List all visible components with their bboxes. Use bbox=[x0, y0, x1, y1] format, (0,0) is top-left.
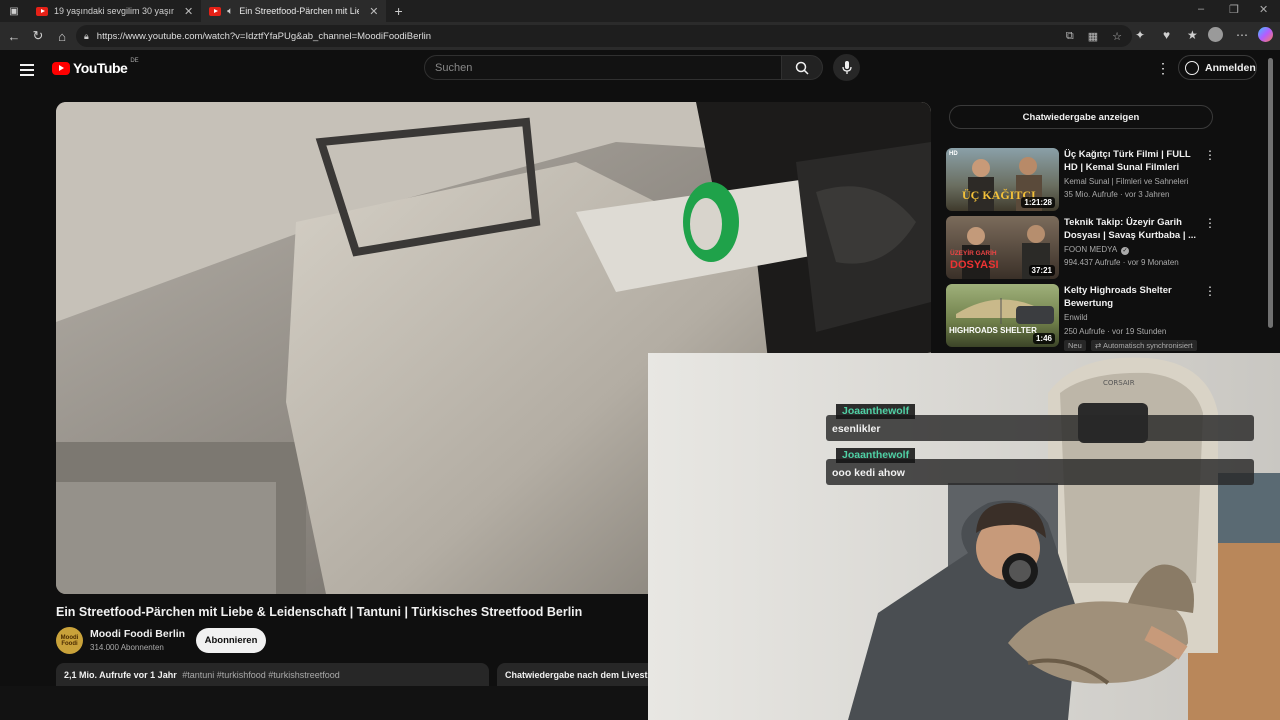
subscriber-count: 314.000 Abonnenten bbox=[90, 643, 164, 652]
extensions-icon[interactable]: ✦ bbox=[1135, 28, 1145, 42]
address-bar[interactable]: 🔒︎ https://www.youtube.com/watch?v=Idztf… bbox=[76, 25, 1132, 47]
video-duration: 1:21:28 bbox=[1021, 197, 1055, 208]
new-tab-icon[interactable]: + bbox=[394, 3, 402, 19]
browser-tab[interactable]: 19 yaşındaki sevgilim 30 yaşında ✕ bbox=[28, 0, 201, 22]
recommendation-title[interactable]: Teknik Takip: Üzeyir Garih Dosyası | Sav… bbox=[1064, 216, 1204, 242]
youtube-logo[interactable]: YouTube DE bbox=[52, 58, 139, 76]
hashtags[interactable]: #tantuni #turkishfood #turkishstreetfood bbox=[182, 670, 340, 680]
more-actions-icon[interactable]: ⋮ bbox=[1204, 284, 1216, 298]
voice-search-button[interactable] bbox=[833, 54, 860, 81]
chat-replay-label: Chatwiedergabe anzeigen bbox=[1022, 111, 1140, 123]
speaker-icon[interactable]: 🔈︎ bbox=[227, 6, 233, 17]
tab-title: 19 yaşındaki sevgilim 30 yaşında bbox=[54, 6, 174, 16]
guide-menu-icon[interactable] bbox=[20, 62, 34, 79]
favorites-icon[interactable]: ★ bbox=[1187, 28, 1198, 42]
recommendation-meta: 250 Aufrufe · vor 19 Stunden bbox=[1064, 327, 1167, 336]
recommendation-item[interactable]: ÜZEYİR GARİH DOSYASI 37:21 Teknik Takip:… bbox=[946, 216, 1226, 280]
chat-replay-button[interactable]: Chatwiedergabe anzeigen bbox=[949, 105, 1213, 129]
favorite-star-icon[interactable]: ☆ bbox=[1112, 30, 1122, 43]
recommendation-item[interactable]: HD ÜÇ KAĞITÇI 1:21:28 Üç Kağıtçı Türk Fi… bbox=[946, 148, 1226, 212]
reload-icon[interactable]: ↻ bbox=[26, 28, 50, 44]
account-icon bbox=[1185, 60, 1199, 75]
search-input[interactable]: Suchen bbox=[424, 55, 782, 80]
region-code: DE bbox=[130, 58, 139, 64]
thumbnail-text: HIGHROADS SHELTER bbox=[949, 326, 1037, 335]
webcam-overlay: CORSAIR bbox=[648, 353, 1280, 720]
recommendation-channel[interactable]: Enwild bbox=[1064, 313, 1088, 322]
translate-icon[interactable]: ⧉ bbox=[1066, 30, 1074, 43]
verified-icon: ✓ bbox=[1120, 247, 1129, 255]
tab-actions-icon[interactable]: ▣ bbox=[0, 6, 28, 17]
signin-label: Anmelden bbox=[1205, 61, 1256, 74]
browser-essentials-icon[interactable]: ♥ bbox=[1163, 28, 1170, 42]
youtube-favicon-icon bbox=[36, 6, 48, 16]
recommendation-meta: 994.437 Aufrufe · vor 9 Monaten bbox=[1064, 258, 1179, 267]
recommendation-channel[interactable]: FOON MEDYA ✓ bbox=[1064, 245, 1129, 255]
logo-text: YouTube bbox=[73, 60, 128, 76]
minimize-icon[interactable]: – bbox=[1198, 3, 1204, 15]
thumbnail-text: DOSYASI bbox=[950, 259, 999, 271]
recommendation-item[interactable]: HIGHROADS SHELTER 1:46 Kelty Highroads S… bbox=[946, 284, 1226, 351]
channel-name[interactable]: Moodi Foodi Berlin bbox=[90, 628, 185, 640]
new-badge: Neu bbox=[1064, 340, 1086, 351]
video-title: Ein Streetfood-Pärchen mit Liebe & Leide… bbox=[56, 605, 583, 619]
thumbnail-subtext: ÜZEYİR GARİH bbox=[950, 250, 997, 257]
browser-toolbar: ← ↻ ⌂ 🔒︎ https://www.youtube.com/watch?v… bbox=[0, 22, 1280, 50]
channel-name: FOON MEDYA bbox=[1064, 245, 1117, 254]
more-actions-icon[interactable]: ⋮ bbox=[1204, 148, 1216, 162]
more-actions-icon[interactable]: ⋮ bbox=[1204, 216, 1216, 230]
menu-icon[interactable]: ⋯ bbox=[1236, 28, 1248, 42]
video-duration: 37:21 bbox=[1028, 265, 1055, 276]
video-duration: 1:46 bbox=[1032, 333, 1055, 344]
chair-brand-text: CORSAIR bbox=[1103, 379, 1135, 387]
chat-username: Joaanthewolf bbox=[836, 448, 916, 463]
recommendation-meta: 35 Mio. Aufrufe · vor 3 Jahren bbox=[1064, 190, 1170, 199]
webcam-frame: CORSAIR bbox=[648, 353, 1280, 720]
youtube-play-icon bbox=[52, 61, 70, 75]
search-button[interactable] bbox=[781, 55, 823, 80]
microphone-icon bbox=[841, 60, 852, 74]
copilot-icon[interactable] bbox=[1258, 27, 1273, 42]
video-thumbnail[interactable]: HIGHROADS SHELTER 1:46 bbox=[946, 284, 1059, 347]
browser-tab-bar: ▣ 19 yaşındaki sevgilim 30 yaşında ✕ 🔈︎ … bbox=[0, 0, 1280, 22]
auto-sync-label: Automatisch synchronisiert bbox=[1102, 341, 1193, 350]
site-info-icon[interactable]: 🔒︎ bbox=[84, 31, 89, 42]
auto-sync-badge: ⇄ Automatisch synchronisiert bbox=[1091, 340, 1197, 351]
signin-button[interactable]: Anmelden bbox=[1178, 55, 1257, 80]
description-box[interactable]: 2,1 Mio. Aufrufe vor 1 Jahr #tantuni #tu… bbox=[56, 663, 489, 686]
channel-avatar-text: Moodi Foodi bbox=[60, 634, 79, 647]
channel-avatar[interactable]: Moodi Foodi bbox=[56, 627, 83, 654]
profile-icon[interactable] bbox=[1208, 27, 1223, 42]
url-text: https://www.youtube.com/watch?v=IdztfYfa… bbox=[96, 30, 432, 42]
tab-title: Ein Streetfood-Pärchen mit Liebe bbox=[239, 6, 360, 16]
close-tab-icon[interactable]: ✕ bbox=[369, 5, 378, 18]
recommendation-title[interactable]: Üç Kağıtçı Türk Filmi | FULL HD | Kemal … bbox=[1064, 148, 1204, 174]
search-icon bbox=[795, 61, 809, 75]
subscribe-label: Abonnieren bbox=[204, 635, 258, 646]
reader-icon[interactable]: ▦ bbox=[1088, 30, 1098, 43]
video-thumbnail[interactable]: ÜZEYİR GARİH DOSYASI 37:21 bbox=[946, 216, 1059, 279]
hd-badge: HD bbox=[949, 151, 958, 157]
recommendation-channel[interactable]: Kemal Sunal | Filmleri ve Sahneleri bbox=[1064, 177, 1188, 186]
close-tab-icon[interactable]: ✕ bbox=[184, 5, 193, 18]
video-thumbnail[interactable]: HD ÜÇ KAĞITÇI 1:21:28 bbox=[946, 148, 1059, 211]
chat-username: Joaanthewolf bbox=[836, 404, 916, 419]
back-icon[interactable]: ← bbox=[2, 29, 26, 44]
chat-replay-note: Chatwiedergabe nach dem Livestream bbox=[497, 663, 657, 686]
close-window-icon[interactable]: ✕ bbox=[1259, 3, 1268, 16]
browser-tab-active[interactable]: 🔈︎ Ein Streetfood-Pärchen mit Liebe ✕ bbox=[201, 0, 387, 22]
views-date: 2,1 Mio. Aufrufe vor 1 Jahr bbox=[64, 670, 177, 680]
home-icon[interactable]: ⌂ bbox=[50, 29, 74, 44]
taskbar-area bbox=[0, 686, 648, 720]
page-scrollbar[interactable] bbox=[1268, 58, 1273, 328]
restore-icon[interactable]: ❐ bbox=[1229, 3, 1239, 16]
youtube-favicon-icon bbox=[209, 6, 222, 16]
recommendation-title[interactable]: Kelty Highroads Shelter Bewertung bbox=[1064, 284, 1204, 310]
recommendation-badges: Neu ⇄ Automatisch synchronisiert bbox=[1064, 340, 1200, 351]
search-placeholder: Suchen bbox=[435, 61, 473, 74]
subscribe-button[interactable]: Abonnieren bbox=[196, 628, 266, 653]
settings-menu-icon[interactable]: ⋮ bbox=[1156, 60, 1170, 77]
